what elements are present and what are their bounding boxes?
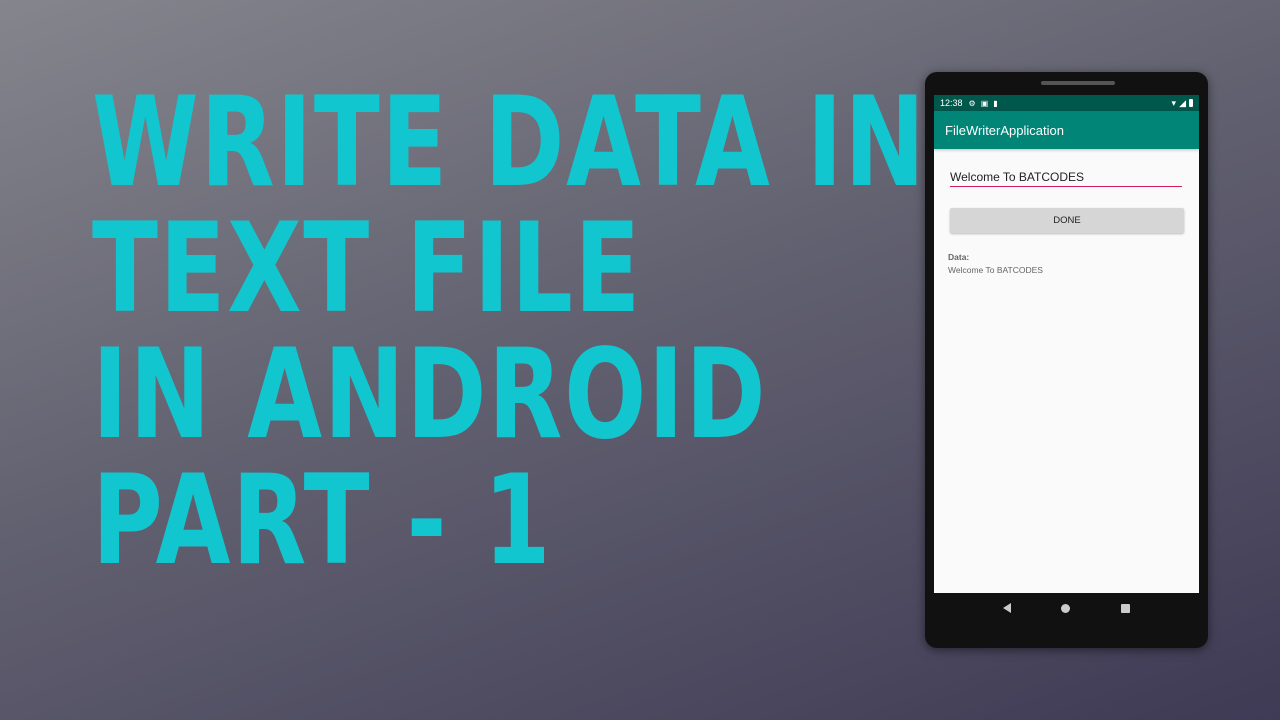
text-input[interactable] <box>950 170 1182 187</box>
phone-frame: 12:38 ⚙ ▣ ▮ ▾ ◢ FileWriterApplication DO… <box>925 72 1208 648</box>
headline-line-3: IN ANDROID <box>92 323 768 467</box>
done-button[interactable]: DONE <box>950 208 1184 233</box>
signal-icon: ◢ <box>1179 97 1186 108</box>
settings-icon: ⚙ <box>968 98 976 108</box>
image-icon: ▣ <box>980 98 989 108</box>
status-bar: 12:38 ⚙ ▣ ▮ ▾ ◢ <box>934 95 1199 111</box>
headline: WRITE DATA IN TEXT FILE IN ANDROID PART … <box>92 80 927 584</box>
data-value: Welcome To BATCODES <box>948 265 1043 275</box>
back-icon[interactable] <box>1003 603 1012 613</box>
home-icon[interactable] <box>1061 603 1071 613</box>
battery-icon <box>1189 99 1193 107</box>
phone-screen: 12:38 ⚙ ▣ ▮ ▾ ◢ FileWriterApplication DO… <box>934 95 1199 593</box>
data-label: Data: <box>948 252 970 262</box>
wifi-icon: ▾ <box>1171 97 1177 108</box>
app-bar: FileWriterApplication <box>934 111 1199 149</box>
headline-line-2: TEXT FILE <box>92 197 643 341</box>
recents-icon[interactable] <box>1120 603 1130 613</box>
nav-bar <box>934 593 1199 623</box>
speaker-grill <box>1041 81 1115 85</box>
content: DONE Data: Welcome To BATCODES <box>934 149 1199 275</box>
headline-line-4: PART - 1 <box>92 449 553 593</box>
sd-card-icon: ▮ <box>993 98 998 108</box>
status-time: 12:38 <box>940 98 963 108</box>
app-title: FileWriterApplication <box>945 122 1064 138</box>
headline-line-1: WRITE DATA IN <box>92 71 927 215</box>
